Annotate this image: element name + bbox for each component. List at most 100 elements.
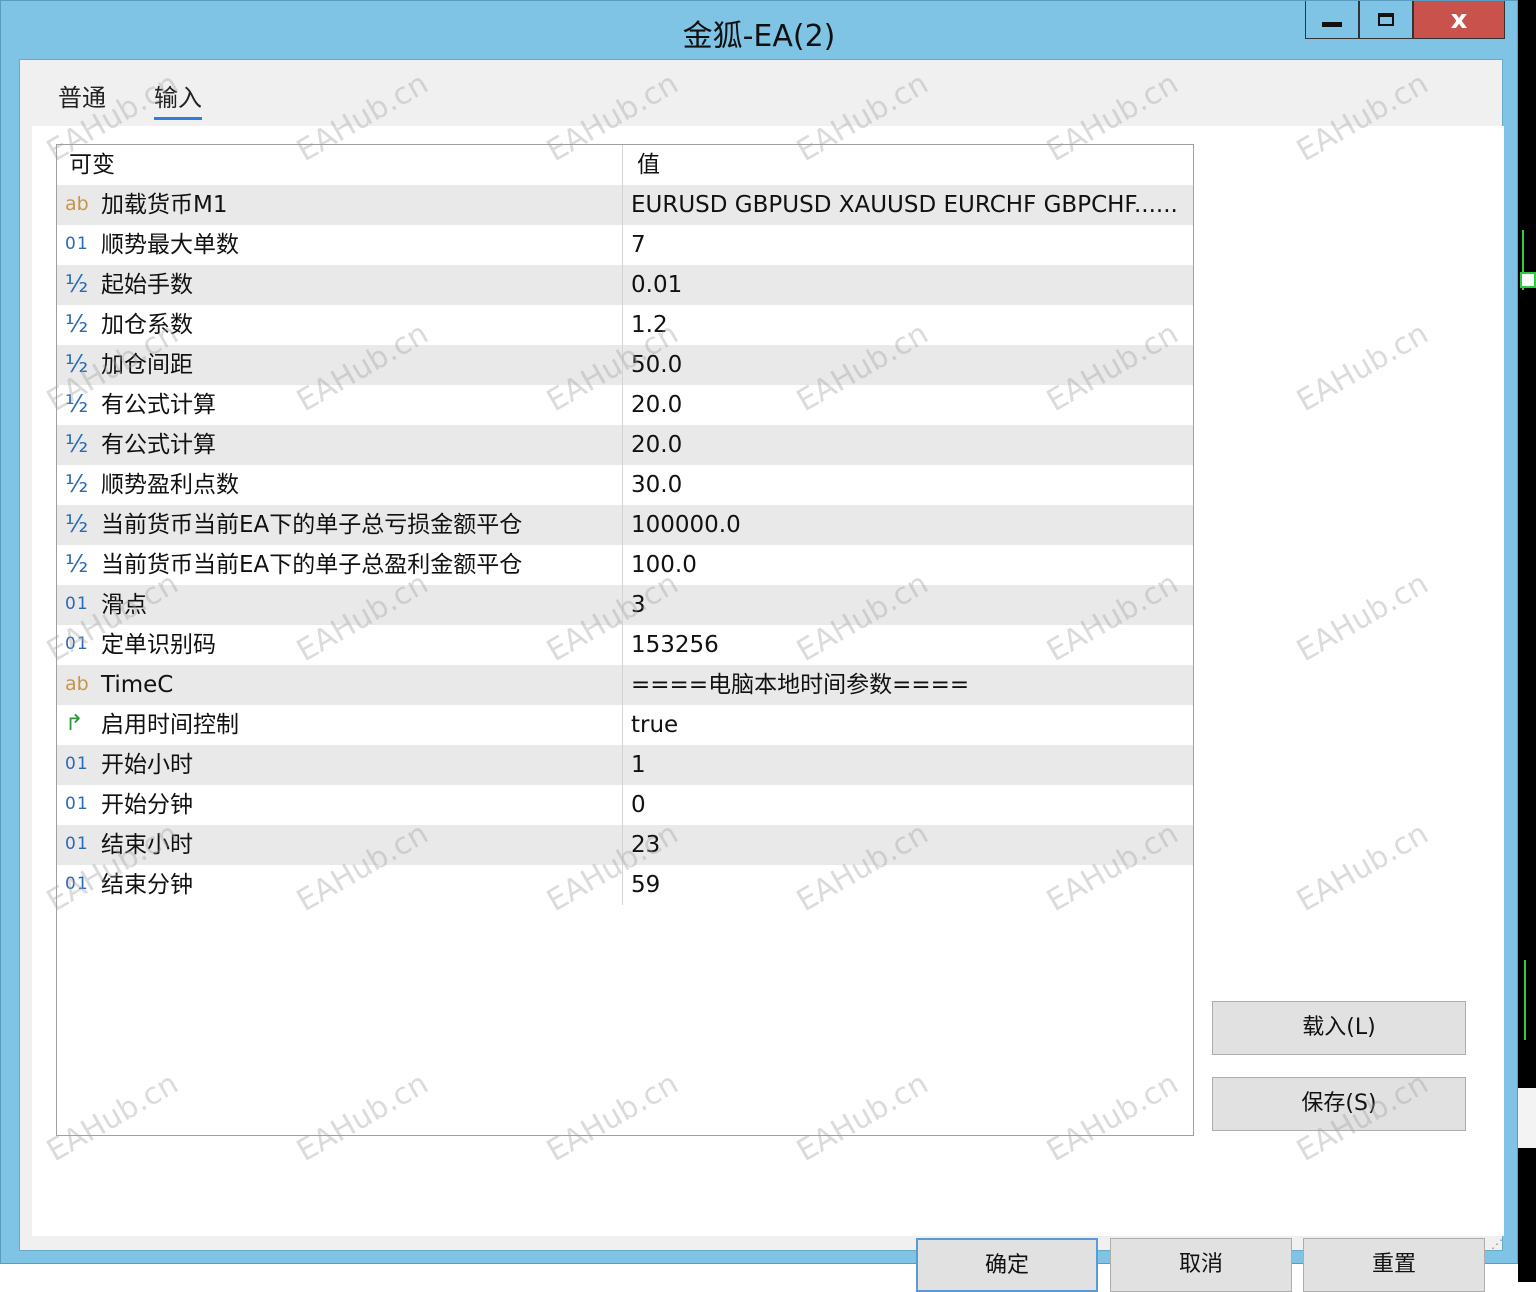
parameter-value[interactable]: EURUSD GBPUSD XAUUSD EURCHF GBPCHF...... xyxy=(631,185,1178,225)
parameter-name: 启用时间控制 xyxy=(101,712,239,738)
bool-type-icon: ↱ xyxy=(65,711,84,736)
chart-marker xyxy=(1520,272,1536,288)
title-bar[interactable]: 金狐-EA(2) x xyxy=(1,1,1517,57)
parameter-name-cell: 01 开始小时 xyxy=(57,745,623,785)
close-button[interactable]: x xyxy=(1413,1,1505,39)
grid-header-row: 可变 值 xyxy=(57,145,1193,185)
parameter-value[interactable]: 7 xyxy=(631,225,646,265)
parameter-value[interactable]: 100000.0 xyxy=(631,505,741,545)
integer-type-icon: 01 xyxy=(65,234,89,254)
chart-panel-fragment xyxy=(1518,1088,1536,1148)
header-value-label[interactable]: 值 xyxy=(637,145,660,185)
parameter-value[interactable]: 23 xyxy=(631,825,660,865)
resize-grip-icon[interactable]: ⋰ xyxy=(1491,1237,1503,1251)
parameter-name-cell: ½ 顺势盈利点数 xyxy=(57,465,623,505)
parameter-value[interactable]: 59 xyxy=(631,865,660,905)
window-controls: x xyxy=(1305,1,1505,41)
parameter-row[interactable]: 01 结束分钟 59 xyxy=(57,865,1193,905)
parameter-name: 有公式计算 xyxy=(101,392,216,418)
double-type-icon: ½ xyxy=(65,430,89,458)
parameter-value[interactable]: 50.0 xyxy=(631,345,682,385)
parameter-value[interactable]: 1.2 xyxy=(631,305,668,345)
parameter-row[interactable]: 01 开始分钟 0 xyxy=(57,785,1193,825)
parameter-row[interactable]: ½ 顺势盈利点数 30.0 xyxy=(57,465,1193,505)
parameter-name: 当前货币当前EA下的单子总亏损金额平仓 xyxy=(101,512,523,538)
double-type-icon: ½ xyxy=(65,310,89,338)
parameter-name-cell: ½ 加仓间距 xyxy=(57,345,623,385)
parameter-name-cell: ½ 当前货币当前EA下的单子总盈利金额平仓 xyxy=(57,545,623,585)
parameter-name: 结束小时 xyxy=(101,832,193,858)
parameter-name: 开始分钟 xyxy=(101,792,193,818)
parameter-row[interactable]: 01 顺势最大单数 7 xyxy=(57,225,1193,265)
integer-type-icon: 01 xyxy=(65,794,89,814)
parameter-name-cell: ½ 起始手数 xyxy=(57,265,623,305)
parameter-value[interactable]: 20.0 xyxy=(631,425,682,465)
window-title: 金狐-EA(2) xyxy=(682,19,836,54)
parameter-name: 结束分钟 xyxy=(101,872,193,898)
parameter-name: 加仓间距 xyxy=(101,352,193,378)
double-type-icon: ½ xyxy=(65,390,89,418)
double-type-icon: ½ xyxy=(65,270,89,298)
inputs-panel: 可变 值 ab 加载货币M1 EURUSD GBPUSD XAUUSD EURCHF… xyxy=(32,126,1504,1236)
tab-common[interactable]: 普通 xyxy=(58,78,106,113)
parameter-row[interactable]: 01 结束小时 23 xyxy=(57,825,1193,865)
parameter-value[interactable]: 1 xyxy=(631,745,646,785)
maximize-button[interactable] xyxy=(1359,1,1413,39)
close-icon: x xyxy=(1450,4,1468,35)
parameter-value[interactable]: 3 xyxy=(631,585,646,625)
ok-button[interactable]: 确定 xyxy=(916,1238,1098,1292)
parameter-row[interactable]: 01 滑点 3 xyxy=(57,585,1193,625)
minimize-button[interactable] xyxy=(1305,1,1359,39)
parameter-row[interactable]: ½ 起始手数 0.01 xyxy=(57,265,1193,305)
background-chart-edge xyxy=(1518,0,1536,1282)
load-button[interactable]: 载入(L) xyxy=(1212,1001,1466,1055)
parameter-name: 顺势盈利点数 xyxy=(101,472,239,498)
parameter-value[interactable]: true xyxy=(631,705,678,745)
tab-inputs[interactable]: 输入 xyxy=(154,78,202,120)
parameter-name: 当前货币当前EA下的单子总盈利金额平仓 xyxy=(101,552,523,578)
parameter-name-cell: ½ 有公式计算 xyxy=(57,425,623,465)
parameter-value[interactable]: 153256 xyxy=(631,625,719,665)
parameter-row[interactable]: ab TimeC ====电脑本地时间参数==== xyxy=(57,665,1193,705)
parameter-name-cell: ab TimeC xyxy=(57,665,623,705)
parameter-value[interactable]: 100.0 xyxy=(631,545,697,585)
parameter-name: 加载货币M1 xyxy=(101,192,228,218)
double-type-icon: ½ xyxy=(65,550,89,578)
parameter-name: 滑点 xyxy=(101,592,147,618)
parameter-row[interactable]: ½ 当前货币当前EA下的单子总亏损金额平仓 100000.0 xyxy=(57,505,1193,545)
save-button[interactable]: 保存(S) xyxy=(1212,1077,1466,1131)
integer-type-icon: 01 xyxy=(65,594,89,614)
parameter-row[interactable]: 01 开始小时 1 xyxy=(57,745,1193,785)
header-name-cell[interactable]: 可变 xyxy=(57,145,623,185)
parameter-name: 有公式计算 xyxy=(101,432,216,458)
integer-type-icon: 01 xyxy=(65,754,89,774)
string-type-icon: ab xyxy=(65,673,89,695)
parameter-value[interactable]: 0.01 xyxy=(631,265,682,305)
parameter-name-cell: 01 结束分钟 xyxy=(57,865,623,905)
parameter-value[interactable]: 30.0 xyxy=(631,465,682,505)
parameter-value[interactable]: ====电脑本地时间参数==== xyxy=(631,665,969,705)
parameter-row[interactable]: ½ 有公式计算 20.0 xyxy=(57,425,1193,465)
parameter-row[interactable]: ½ 当前货币当前EA下的单子总盈利金额平仓 100.0 xyxy=(57,545,1193,585)
integer-type-icon: 01 xyxy=(65,874,89,894)
parameter-value[interactable]: 0 xyxy=(631,785,646,825)
parameter-row[interactable]: ab 加载货币M1 EURUSD GBPUSD XAUUSD EURCHF GBPC… xyxy=(57,185,1193,225)
maximize-icon xyxy=(1378,13,1394,26)
parameter-name: 开始小时 xyxy=(101,752,193,778)
header-name-label: 可变 xyxy=(69,152,115,178)
double-type-icon: ½ xyxy=(65,510,89,538)
string-type-icon: ab xyxy=(65,193,89,215)
cancel-button[interactable]: 取消 xyxy=(1110,1238,1292,1292)
parameter-value[interactable]: 20.0 xyxy=(631,385,682,425)
parameter-row[interactable]: ½ 有公式计算 20.0 xyxy=(57,385,1193,425)
tab-bar: 普通 输入 xyxy=(20,60,1502,120)
parameter-name-cell: 01 结束小时 xyxy=(57,825,623,865)
parameter-row[interactable]: ↱ 启用时间控制 true xyxy=(57,705,1193,745)
parameter-row[interactable]: ½ 加仓间距 50.0 xyxy=(57,345,1193,385)
parameter-name: 顺势最大单数 xyxy=(101,232,239,258)
chart-line-lower xyxy=(1524,960,1526,1040)
reset-button[interactable]: 重置 xyxy=(1303,1238,1485,1292)
parameter-row[interactable]: ½ 加仓系数 1.2 xyxy=(57,305,1193,345)
ea-properties-window: 金狐-EA(2) x 普通 输入 可变 值 ab 加载货币M1 EURUSD GBP… xyxy=(0,0,1518,1292)
parameter-row[interactable]: 01 定单识别码 153256 xyxy=(57,625,1193,665)
